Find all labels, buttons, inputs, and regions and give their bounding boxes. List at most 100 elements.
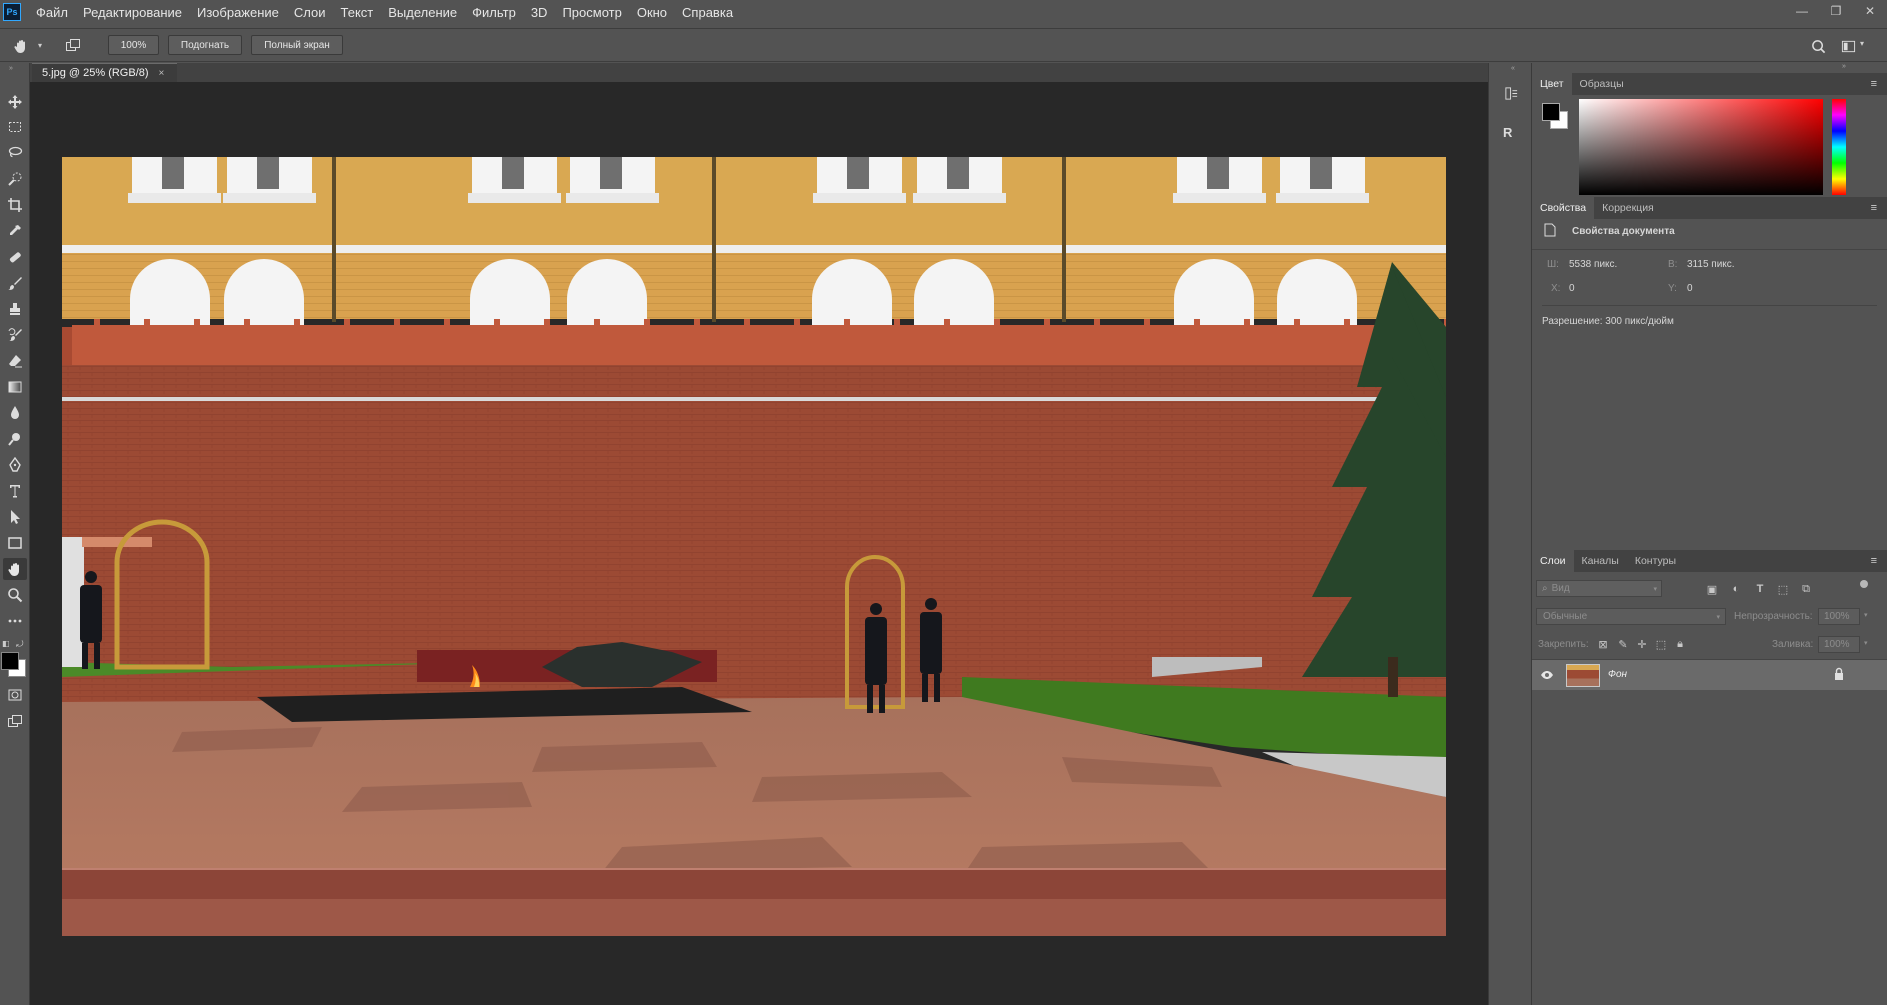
- layer-name[interactable]: Фон: [1608, 669, 1627, 680]
- layer-filter-search[interactable]: ⌕ Вид ▾: [1536, 580, 1662, 597]
- layers-panel-menu-icon[interactable]: ≡: [1871, 555, 1877, 567]
- layer-visibility-eye-icon[interactable]: [1540, 668, 1554, 682]
- tab-channels[interactable]: Каналы: [1574, 550, 1627, 572]
- filter-type-icon[interactable]: T: [1752, 581, 1768, 597]
- history-brush-tool-icon[interactable]: [3, 324, 27, 346]
- resolution-text: Разрешение: 300 пикс/дюйм: [1542, 316, 1674, 327]
- fill-input[interactable]: 100%: [1818, 636, 1860, 653]
- gradient-tool-icon[interactable]: [3, 376, 27, 398]
- workspace-chevron-icon[interactable]: ▾: [1860, 39, 1864, 48]
- filter-pixel-icon[interactable]: ▣: [1704, 581, 1720, 597]
- filter-smart-object-icon[interactable]: ⧉: [1798, 581, 1814, 597]
- default-colors-icon[interactable]: ◧: [2, 639, 10, 648]
- history-panel-icon[interactable]: [1501, 83, 1521, 103]
- layer-row[interactable]: Фон: [1532, 660, 1887, 690]
- quick-mask-icon[interactable]: [3, 684, 27, 706]
- clone-stamp-tool-icon[interactable]: [3, 298, 27, 320]
- menu-image[interactable]: Изображение: [197, 5, 279, 20]
- lock-transparent-icon[interactable]: ⊠: [1595, 636, 1611, 652]
- tab-paths[interactable]: Контуры: [1627, 550, 1684, 572]
- type-tool-icon[interactable]: [3, 480, 27, 502]
- fill-screen-button[interactable]: Полный экран: [251, 35, 343, 55]
- lock-pixels-icon[interactable]: ✎: [1615, 636, 1631, 652]
- strip-collapse-icon[interactable]: «: [1511, 65, 1515, 72]
- filter-shape-icon[interactable]: ⬚: [1775, 581, 1791, 597]
- minimize-button[interactable]: —: [1785, 0, 1819, 22]
- menu-type[interactable]: Текст: [341, 5, 374, 20]
- close-window-button[interactable]: ✕: [1853, 0, 1887, 22]
- tab-color[interactable]: Цвет: [1532, 73, 1572, 95]
- document-tab-title: 5.jpg @ 25% (RGB/8): [42, 67, 149, 79]
- restore-button[interactable]: ❐: [1819, 0, 1853, 22]
- menu-file[interactable]: Файл: [36, 5, 68, 20]
- document-image[interactable]: [62, 157, 1446, 936]
- zoom-100-button[interactable]: 100%: [108, 35, 159, 55]
- marquee-tool-icon[interactable]: [3, 116, 27, 138]
- opacity-chevron-icon[interactable]: ▾: [1864, 611, 1868, 619]
- menu-edit[interactable]: Редактирование: [83, 5, 182, 20]
- crop-tool-icon[interactable]: [3, 194, 27, 216]
- color-foreground-swatch-top[interactable]: [1542, 103, 1560, 121]
- hue-slider[interactable]: [1832, 99, 1846, 195]
- lock-artboard-icon[interactable]: ⬚: [1653, 636, 1669, 652]
- rectangle-tool-icon[interactable]: [3, 532, 27, 554]
- height-value: 3115 пикс.: [1687, 259, 1735, 270]
- reference-panel-icon[interactable]: R: [1503, 125, 1512, 140]
- menu-window[interactable]: Окно: [637, 5, 667, 20]
- filter-adjustment-icon[interactable]: ◐: [1728, 581, 1744, 597]
- hand-tool-icon[interactable]: [3, 558, 27, 580]
- zoom-tool-icon[interactable]: [3, 584, 27, 606]
- workspace-icon[interactable]: [1837, 35, 1859, 57]
- healing-brush-tool-icon[interactable]: [3, 246, 27, 268]
- panels-collapse-icon[interactable]: »: [1842, 63, 1846, 70]
- opacity-input[interactable]: 100%: [1818, 608, 1860, 625]
- filter-toggle-icon[interactable]: [1860, 580, 1868, 588]
- path-selection-tool-icon[interactable]: [3, 506, 27, 528]
- color-panel-tabs: Цвет Образцы ≡: [1532, 73, 1887, 95]
- screen-mode-icon[interactable]: [3, 710, 27, 732]
- lock-all-icon[interactable]: 🔒︎: [1672, 636, 1688, 652]
- layer-lock-icon[interactable]: [1833, 667, 1845, 681]
- quick-selection-tool-icon[interactable]: [3, 168, 27, 190]
- document-tab[interactable]: 5.jpg @ 25% (RGB/8) ×: [32, 63, 177, 82]
- search-icon[interactable]: [1807, 35, 1829, 57]
- tool-preset-chevron-icon[interactable]: ▾: [38, 41, 42, 50]
- menu-select[interactable]: Выделение: [388, 5, 457, 20]
- swap-colors-icon[interactable]: ⤾: [16, 639, 24, 650]
- close-tab-icon[interactable]: ×: [159, 68, 165, 79]
- tab-swatches[interactable]: Образцы: [1572, 73, 1632, 95]
- layer-thumbnail: [1566, 664, 1600, 687]
- menu-layers[interactable]: Слои: [294, 5, 326, 20]
- eyedropper-tool-icon[interactable]: [3, 220, 27, 242]
- toolbox-collapse-icon[interactable]: »: [9, 65, 13, 72]
- menu-view[interactable]: Просмотр: [562, 5, 621, 20]
- panel-icon-strip: « R: [1488, 63, 1532, 1005]
- foreground-color-swatch[interactable]: [1, 652, 19, 670]
- blend-mode-select[interactable]: Обычные ▾: [1536, 608, 1726, 625]
- fill-chevron-icon[interactable]: ▾: [1864, 639, 1868, 647]
- hand-tool-icon[interactable]: [10, 35, 32, 57]
- color-panel-menu-icon[interactable]: ≡: [1871, 78, 1877, 90]
- tab-adjustments[interactable]: Коррекция: [1594, 197, 1662, 219]
- pen-tool-icon[interactable]: [3, 454, 27, 476]
- lasso-tool-icon[interactable]: [3, 142, 27, 164]
- fit-screen-button[interactable]: Подогнать: [168, 35, 242, 55]
- menu-3d[interactable]: 3D: [531, 5, 548, 20]
- lock-position-icon[interactable]: ✛: [1634, 636, 1650, 652]
- menu-help[interactable]: Справка: [682, 5, 733, 20]
- dodge-tool-icon[interactable]: [3, 428, 27, 450]
- menu-filter[interactable]: Фильтр: [472, 5, 516, 20]
- toolbox: » ◧ ⤾: [0, 63, 30, 1005]
- height-label: В:: [1668, 259, 1678, 270]
- blur-tool-icon[interactable]: [3, 402, 27, 424]
- width-value: 5538 пикс.: [1569, 259, 1618, 270]
- more-tools-icon[interactable]: [3, 610, 27, 632]
- eraser-tool-icon[interactable]: [3, 350, 27, 372]
- brush-tool-icon[interactable]: [3, 272, 27, 294]
- move-tool-icon[interactable]: [3, 91, 27, 113]
- color-picker-field[interactable]: [1579, 99, 1823, 195]
- scroll-all-windows-icon[interactable]: [62, 35, 84, 57]
- properties-panel-menu-icon[interactable]: ≡: [1871, 202, 1877, 214]
- tab-properties[interactable]: Свойства: [1532, 197, 1595, 219]
- tab-layers[interactable]: Слои: [1532, 550, 1574, 572]
